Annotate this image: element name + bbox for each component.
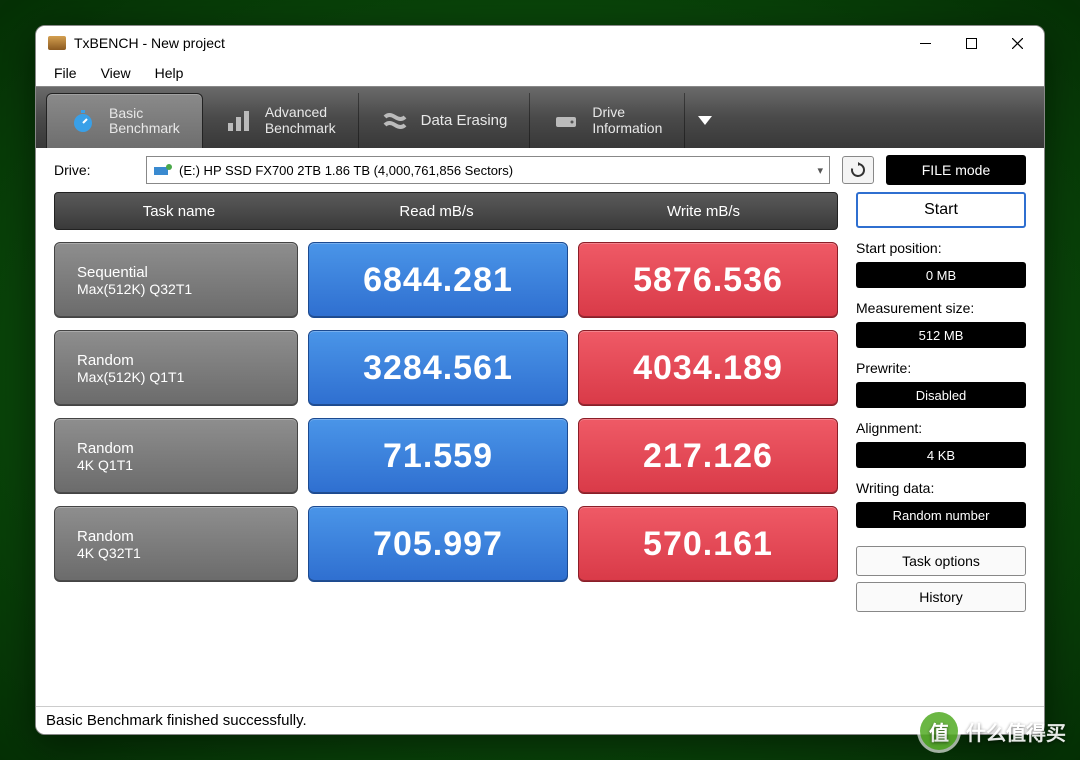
minimize-button[interactable]: [902, 28, 948, 58]
write-value: 570.161: [578, 506, 838, 582]
task-params: Max(512K) Q1T1: [77, 369, 184, 385]
side-panel: Start Start position: 0 MB Measurement s…: [856, 192, 1026, 698]
status-text: Basic Benchmark finished successfully.: [46, 712, 307, 729]
tab-overflow-button[interactable]: [685, 93, 725, 148]
watermark: 值 什么值得买: [920, 712, 1066, 750]
watermark-text: 什么值得买: [966, 717, 1066, 746]
tab-advanced-benchmark[interactable]: AdvancedBenchmark: [203, 93, 359, 148]
close-button[interactable]: [994, 28, 1040, 58]
start-position-value[interactable]: 0 MB: [856, 262, 1026, 288]
write-value: 5876.536: [578, 242, 838, 318]
tab-label: Advanced: [265, 105, 336, 120]
prewrite-value[interactable]: Disabled: [856, 382, 1026, 408]
app-icon: [48, 36, 66, 50]
task-params: 4K Q32T1: [77, 545, 141, 561]
erase-icon: [381, 107, 409, 135]
prewrite-label: Prewrite:: [856, 360, 1026, 376]
measurement-size-value[interactable]: 512 MB: [856, 322, 1026, 348]
col-read: Read mB/s: [303, 203, 570, 220]
writing-data-value[interactable]: Random number: [856, 502, 1026, 528]
task-params: Max(512K) Q32T1: [77, 281, 192, 297]
read-value: 71.559: [308, 418, 568, 494]
task-cell[interactable]: Sequential Max(512K) Q32T1: [54, 242, 298, 318]
close-icon: [1012, 38, 1023, 49]
titlebar: TxBENCH - New project: [36, 26, 1044, 60]
start-position-label: Start position:: [856, 240, 1026, 256]
results-header: Task name Read mB/s Write mB/s: [54, 192, 838, 230]
drive-select[interactable]: (E:) HP SSD FX700 2TB 1.86 TB (4,000,761…: [146, 156, 830, 184]
result-row: Random 4K Q32T1 705.997 570.161: [54, 506, 838, 582]
task-name: Random: [77, 440, 134, 457]
history-button[interactable]: History: [856, 582, 1026, 612]
statusbar: Basic Benchmark finished successfully.: [36, 706, 1044, 734]
tab-label: Information: [592, 121, 662, 136]
write-value: 4034.189: [578, 330, 838, 406]
tab-label: Data Erasing: [421, 112, 508, 129]
result-row: Random 4K Q1T1 71.559 217.126: [54, 418, 838, 494]
read-value: 3284.561: [308, 330, 568, 406]
task-cell[interactable]: Random 4K Q32T1: [54, 506, 298, 582]
col-task: Task name: [55, 203, 303, 220]
drive-selected-text: (E:) HP SSD FX700 2TB 1.86 TB (4,000,761…: [179, 163, 513, 178]
file-mode-button[interactable]: FILE mode: [886, 155, 1026, 185]
maximize-button[interactable]: [948, 28, 994, 58]
bars-icon: [225, 107, 253, 135]
stopwatch-icon: [69, 107, 97, 135]
tab-label: Drive: [592, 105, 662, 120]
task-name: Random: [77, 352, 134, 369]
start-button[interactable]: Start: [856, 192, 1026, 228]
menu-view[interactable]: View: [91, 63, 141, 83]
task-name: Random: [77, 528, 134, 545]
menu-help[interactable]: Help: [145, 63, 194, 83]
drive-icon: [552, 107, 580, 135]
write-value: 217.126: [578, 418, 838, 494]
disk-icon: [153, 163, 173, 177]
menu-file[interactable]: File: [44, 63, 87, 83]
tab-drive-information[interactable]: DriveInformation: [530, 93, 685, 148]
read-value: 705.997: [308, 506, 568, 582]
task-cell[interactable]: Random Max(512K) Q1T1: [54, 330, 298, 406]
watermark-icon: 值: [920, 712, 958, 750]
tab-label: Basic: [109, 106, 180, 121]
drive-label: Drive:: [54, 162, 134, 178]
minimize-icon: [920, 38, 931, 49]
writing-data-label: Writing data:: [856, 480, 1026, 496]
alignment-value[interactable]: 4 KB: [856, 442, 1026, 468]
task-params: 4K Q1T1: [77, 457, 133, 473]
tab-label: Benchmark: [265, 121, 336, 136]
read-value: 6844.281: [308, 242, 568, 318]
task-options-button[interactable]: Task options: [856, 546, 1026, 576]
col-write: Write mB/s: [570, 203, 837, 220]
tabbar: BasicBenchmark AdvancedBenchmark Data Er…: [36, 86, 1044, 148]
tab-basic-benchmark[interactable]: BasicBenchmark: [46, 93, 203, 148]
refresh-button[interactable]: [842, 156, 874, 184]
measurement-size-label: Measurement size:: [856, 300, 1026, 316]
maximize-icon: [966, 38, 977, 49]
chevron-down-icon: ▾: [817, 164, 823, 177]
refresh-icon: [850, 162, 866, 178]
tab-data-erasing[interactable]: Data Erasing: [359, 93, 531, 148]
content-area: Task name Read mB/s Write mB/s Sequentia…: [36, 192, 1044, 706]
app-window: TxBENCH - New project File View Help Bas…: [35, 25, 1045, 735]
menubar: File View Help: [36, 60, 1044, 86]
task-cell[interactable]: Random 4K Q1T1: [54, 418, 298, 494]
window-title: TxBENCH - New project: [74, 35, 902, 51]
results-panel: Task name Read mB/s Write mB/s Sequentia…: [54, 192, 838, 698]
alignment-label: Alignment:: [856, 420, 1026, 436]
task-name: Sequential: [77, 264, 148, 281]
chevron-down-icon: [698, 116, 712, 126]
tab-label: Benchmark: [109, 121, 180, 136]
result-row: Sequential Max(512K) Q32T1 6844.281 5876…: [54, 242, 838, 318]
result-row: Random Max(512K) Q1T1 3284.561 4034.189: [54, 330, 838, 406]
drive-bar: Drive: (E:) HP SSD FX700 2TB 1.86 TB (4,…: [36, 148, 1044, 192]
